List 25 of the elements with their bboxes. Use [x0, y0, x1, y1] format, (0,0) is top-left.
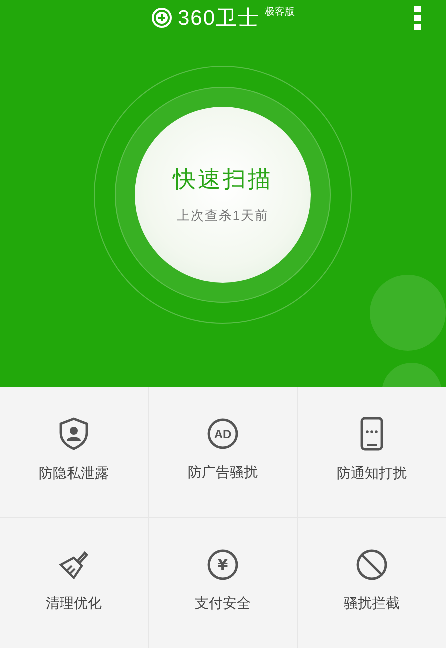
feature-label: 清理优化	[46, 595, 102, 613]
edition-label: 极客版	[265, 6, 296, 19]
feature-label: 防通知打扰	[337, 465, 407, 483]
feature-label: 骚扰拦截	[344, 595, 400, 613]
feature-label: 支付安全	[195, 595, 251, 613]
yen-icon: ¥	[207, 549, 239, 581]
feature-tile[interactable]: 防通知打扰	[298, 387, 446, 517]
broom-icon	[58, 549, 90, 581]
block-icon	[356, 549, 388, 581]
ad-icon: AD	[207, 418, 239, 450]
scan-label: 快速扫描	[173, 165, 273, 194]
app-title: 360卫士	[178, 6, 260, 32]
feature-tile[interactable]: 骚扰拦截	[298, 518, 446, 648]
phone-icon	[360, 417, 384, 451]
feature-tile[interactable]: 清理优化	[0, 518, 148, 648]
feature-label: 防隐私泄露	[39, 465, 109, 483]
feature-tile[interactable]: 防隐私泄露	[0, 387, 148, 517]
feature-tile[interactable]: ¥ 支付安全	[149, 518, 297, 648]
feature-label: 防广告骚扰	[188, 464, 258, 482]
shield-icon	[58, 417, 90, 451]
feature-tile[interactable]: AD 防广告骚扰	[149, 387, 297, 517]
menu-icon[interactable]	[414, 6, 422, 30]
quick-scan-button[interactable]: 快速扫描 上次查杀1天前	[135, 106, 311, 282]
plus-logo-icon	[150, 7, 173, 29]
last-scan-text: 上次查杀1天前	[176, 207, 270, 225]
